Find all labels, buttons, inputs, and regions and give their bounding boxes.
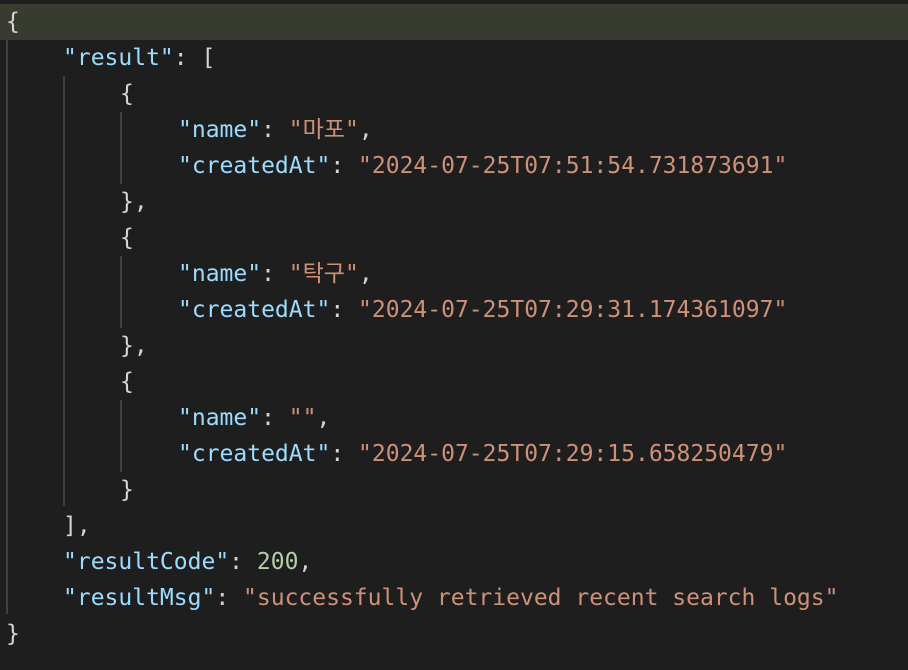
code-line[interactable]: {	[0, 364, 908, 400]
code-line[interactable]: "resultMsg": "successfully retrieved rec…	[0, 580, 908, 616]
comma: ,	[316, 405, 331, 431]
colon: :	[261, 261, 289, 287]
open-brace: {	[120, 225, 134, 251]
json-string: "탁구"	[288, 261, 359, 287]
bracket: [	[201, 45, 216, 71]
code-line[interactable]: },	[0, 328, 908, 364]
json-key: "resultMsg"	[63, 585, 216, 611]
json-key: "resultCode"	[63, 549, 230, 575]
code-line[interactable]: "createdAt": "2024-07-25T07:51:54.731873…	[0, 148, 908, 184]
json-key: "createdAt"	[178, 153, 331, 179]
code-line[interactable]: {	[0, 76, 908, 112]
close-brace: },	[120, 333, 148, 359]
open-brace: {	[120, 81, 134, 107]
code-line[interactable]: {	[0, 220, 908, 256]
colon: :	[215, 585, 244, 611]
json-editor[interactable]: { "result": [ { "name": "마포", "createdAt…	[0, 0, 908, 670]
code-line[interactable]: "createdAt": "2024-07-25T07:29:15.658250…	[0, 436, 908, 472]
json-string: "successfully retrieved recent search lo…	[243, 585, 839, 611]
code-line[interactable]: "name": "탁구",	[0, 256, 908, 292]
code-line[interactable]: "createdAt": "2024-07-25T07:29:31.174361…	[0, 292, 908, 328]
close-brace: }	[6, 621, 20, 647]
json-string: "2024-07-25T07:29:31.174361097"	[358, 297, 788, 323]
json-string: "2024-07-25T07:51:54.731873691"	[358, 153, 788, 179]
comma: ,	[298, 549, 313, 575]
open-brace: {	[6, 9, 20, 35]
bracket: ],	[63, 513, 91, 539]
code-line[interactable]: "resultCode": 200,	[0, 544, 908, 580]
json-key: "createdAt"	[178, 297, 331, 323]
code-line[interactable]: "name": "마포",	[0, 112, 908, 148]
json-number: 200	[256, 549, 299, 575]
code-line[interactable]: }	[0, 616, 908, 652]
colon: :	[330, 441, 359, 467]
json-key: "name"	[178, 405, 262, 431]
close-brace: },	[120, 189, 148, 215]
json-key: "name"	[178, 261, 262, 287]
json-key: "createdAt"	[178, 441, 331, 467]
colon: :	[330, 153, 359, 179]
json-string: "2024-07-25T07:29:15.658250479"	[358, 441, 788, 467]
code-line[interactable]: ],	[0, 508, 908, 544]
colon: :	[173, 45, 202, 71]
json-key: "name"	[178, 117, 262, 143]
comma: ,	[358, 261, 373, 287]
close-brace: }	[120, 477, 134, 503]
colon: :	[261, 405, 289, 431]
code-line[interactable]: },	[0, 184, 908, 220]
code-line[interactable]: "name": "",	[0, 400, 908, 436]
json-key: "result"	[63, 45, 174, 71]
colon: :	[330, 297, 359, 323]
code-line[interactable]: "result": [	[0, 40, 908, 76]
json-string: "마포"	[288, 117, 359, 143]
open-brace: {	[120, 369, 134, 395]
comma: ,	[358, 117, 373, 143]
colon: :	[261, 117, 289, 143]
code-line-current[interactable]: {	[0, 4, 908, 40]
colon: :	[229, 549, 257, 575]
json-string: ""	[288, 405, 317, 431]
code-line[interactable]: }	[0, 472, 908, 508]
